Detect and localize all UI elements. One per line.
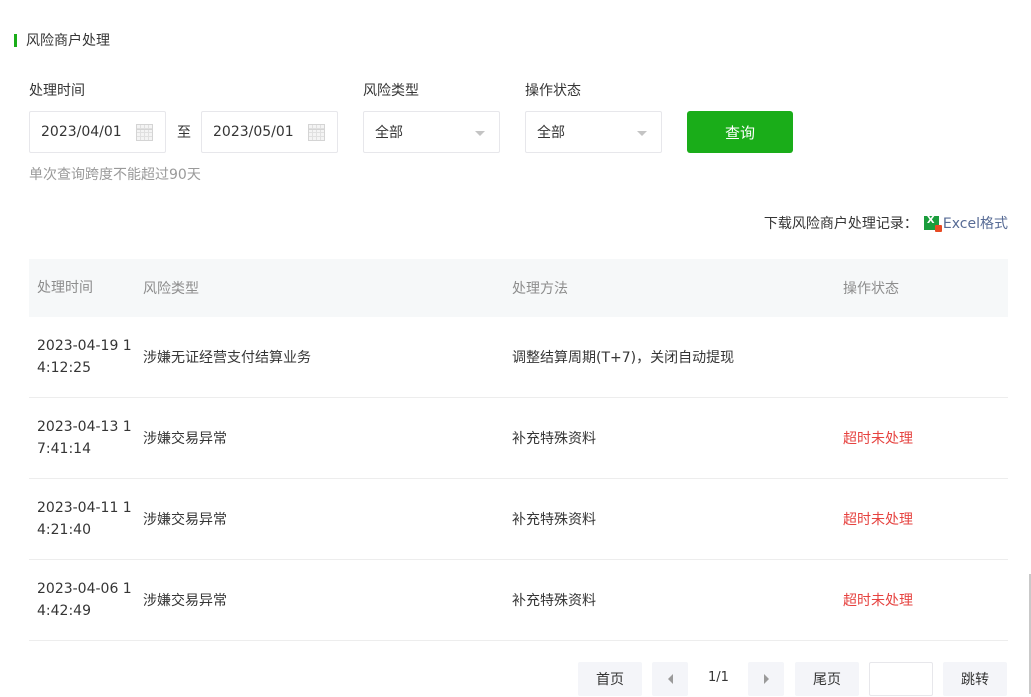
op-status-select[interactable]: 全部 xyxy=(525,111,662,153)
header-time: 处理时间 xyxy=(37,280,93,296)
row-method: 补充特殊资料 xyxy=(512,593,596,609)
section-accent-bar xyxy=(14,33,17,47)
op-status-label: 操作状态 xyxy=(525,83,581,99)
header-risk-type: 风险类型 xyxy=(143,281,199,297)
section-title: 风险商户处理 xyxy=(26,33,110,49)
table-row: 2023-04-06 14:42:49 涉嫌交易异常 补充特殊资料 超时未处理 xyxy=(29,560,1008,641)
row-status: 超时未处理 xyxy=(843,593,913,609)
first-page-button[interactable]: 首页 xyxy=(578,662,642,696)
query-button[interactable]: 查询 xyxy=(687,111,793,153)
jump-button[interactable]: 跳转 xyxy=(943,662,1007,696)
row-status: 超时未处理 xyxy=(843,512,913,528)
chevron-left-icon xyxy=(667,674,673,684)
start-date-input[interactable]: 2023/04/01 xyxy=(29,111,166,153)
row-method: 调整结算周期(T+7)，关闭自动提现 xyxy=(512,350,735,366)
row-time: 2023-04-13 17:41:14 xyxy=(37,419,132,457)
chevron-down-icon xyxy=(637,131,647,136)
time-label: 处理时间 xyxy=(29,83,85,99)
prev-page-button[interactable] xyxy=(652,662,688,696)
chevron-down-icon xyxy=(475,131,485,136)
row-time: 2023-04-11 14:21:40 xyxy=(37,500,132,538)
excel-download-link[interactable]: Excel格式 xyxy=(943,213,1008,233)
end-date-value: 2023/05/01 xyxy=(213,124,294,140)
jump-page-input[interactable] xyxy=(869,662,933,696)
risk-type-select[interactable]: 全部 xyxy=(363,111,500,153)
calendar-icon[interactable] xyxy=(136,124,153,141)
page-indicator: 1/1 xyxy=(708,670,729,685)
header-method: 处理方法 xyxy=(512,281,568,297)
table-row: 2023-04-11 14:21:40 涉嫌交易异常 补充特殊资料 超时未处理 xyxy=(29,479,1008,560)
row-status: 超时未处理 xyxy=(843,431,913,447)
table-row: 2023-04-19 14:12:25 涉嫌无证经营支付结算业务 调整结算周期(… xyxy=(29,317,1008,398)
start-date-value: 2023/04/01 xyxy=(41,124,122,140)
download-label: 下载风险商户处理记录： xyxy=(763,216,918,232)
end-date-input[interactable]: 2023/05/01 xyxy=(201,111,338,153)
row-time: 2023-04-06 14:42:49 xyxy=(37,581,132,619)
row-time: 2023-04-19 14:12:25 xyxy=(37,338,132,376)
calendar-icon[interactable] xyxy=(308,124,325,141)
row-method: 补充特殊资料 xyxy=(512,512,596,528)
excel-icon[interactable] xyxy=(923,215,942,232)
records-table: 处理时间 风险类型 处理方法 操作状态 2023-04-19 14:12:25 … xyxy=(29,259,1008,641)
date-range-separator: 至 xyxy=(177,125,191,141)
row-risk-type: 涉嫌无证经营支付结算业务 xyxy=(143,350,311,366)
risk-type-label: 风险类型 xyxy=(363,83,419,99)
download-bar: 下载风险商户处理记录： Excel格式 xyxy=(764,213,1008,233)
op-status-value: 全部 xyxy=(537,125,565,141)
row-risk-type: 涉嫌交易异常 xyxy=(143,512,227,528)
section-header: 风险商户处理 xyxy=(14,31,110,49)
risk-type-value: 全部 xyxy=(375,125,403,141)
row-method: 补充特殊资料 xyxy=(512,431,596,447)
next-page-button[interactable] xyxy=(748,662,784,696)
last-page-button[interactable]: 尾页 xyxy=(795,662,859,696)
row-risk-type: 涉嫌交易异常 xyxy=(143,431,227,447)
date-span-hint: 单次查询跨度不能超过90天 xyxy=(29,167,201,183)
row-risk-type: 涉嫌交易异常 xyxy=(143,593,227,609)
table-header: 处理时间 风险类型 处理方法 操作状态 xyxy=(29,259,1008,317)
table-row: 2023-04-13 17:41:14 涉嫌交易异常 补充特殊资料 超时未处理 xyxy=(29,398,1008,479)
chevron-right-icon xyxy=(763,674,769,684)
header-status: 操作状态 xyxy=(843,281,899,297)
